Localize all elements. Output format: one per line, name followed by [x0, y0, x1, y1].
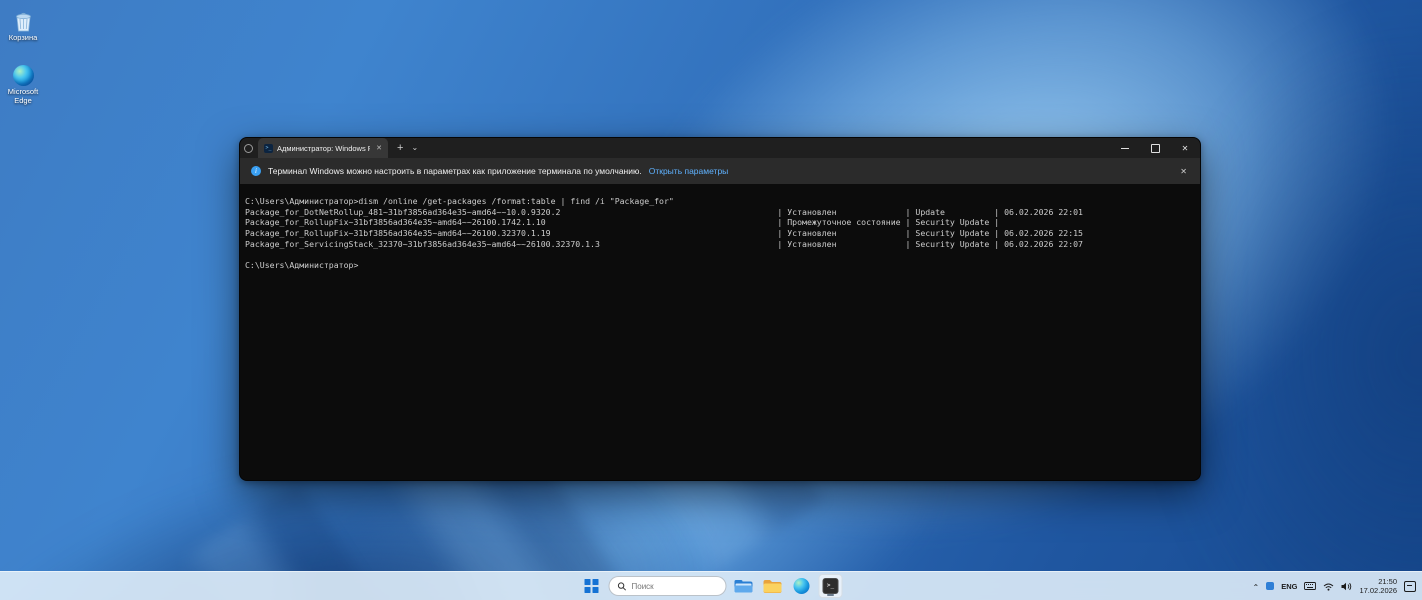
- edge-icon: [794, 578, 810, 594]
- language-indicator[interactable]: ENG: [1281, 582, 1297, 591]
- minimize-icon: [1121, 148, 1129, 149]
- taskbar: >_ ⌃ ENG 21:50 17.02.2026: [0, 571, 1422, 600]
- volume-icon[interactable]: [1341, 582, 1352, 591]
- banner-text: Терминал Windows можно настроить в парам…: [268, 166, 642, 176]
- desktop-icon-label: Корзина: [0, 34, 46, 43]
- window-controls: ✕: [1110, 138, 1200, 158]
- notification-center-icon[interactable]: [1404, 581, 1416, 592]
- folder-icon: [764, 579, 782, 593]
- tray-overflow-chevron-icon[interactable]: ⌃: [1252, 583, 1259, 592]
- tray-time: 21:50: [1359, 577, 1397, 586]
- maximize-icon: [1151, 144, 1160, 153]
- tray-date: 17.02.2026: [1359, 586, 1397, 595]
- desktop-icon-microsoft-edge[interactable]: Microsoft Edge: [0, 62, 46, 105]
- system-tray: ⌃ ENG 21:50 17.02.2026: [1252, 572, 1416, 600]
- network-icon[interactable]: [1323, 582, 1334, 591]
- terminal-output[interactable]: C:\Users\Администратор>dism /online /get…: [240, 184, 1200, 480]
- new-tab-button[interactable]: +: [397, 143, 403, 154]
- terminal-titlebar[interactable]: >_ Администратор: Windows Po ✕ + ⌄ ✕: [240, 138, 1200, 158]
- taskbar-search[interactable]: [609, 576, 727, 596]
- touch-keyboard-icon[interactable]: [1304, 582, 1316, 590]
- open-settings-link[interactable]: Открыть параметры: [649, 166, 729, 176]
- terminal-taskbar-button[interactable]: >_: [819, 574, 843, 598]
- maximize-button[interactable]: [1140, 138, 1170, 158]
- banner-close-icon[interactable]: ✕: [1180, 167, 1187, 176]
- edge-icon: [0, 62, 46, 86]
- minimize-button[interactable]: [1110, 138, 1140, 158]
- clock[interactable]: 21:50 17.02.2026: [1359, 577, 1397, 596]
- terminal-default-app-banner: i Терминал Windows можно настроить в пар…: [240, 158, 1200, 184]
- tab-dropdown-icon[interactable]: ⌄: [411, 144, 418, 152]
- tab-close-icon[interactable]: ✕: [376, 144, 382, 152]
- terminal-icon: >_: [823, 578, 839, 594]
- desktop-icon-label: Microsoft Edge: [0, 88, 46, 105]
- search-icon: [618, 582, 627, 591]
- file-explorer-icon: [735, 579, 753, 593]
- windows-logo-icon: [585, 579, 599, 593]
- terminal-menu-icon[interactable]: [244, 144, 253, 153]
- file-explorer-button[interactable]: [732, 574, 756, 598]
- desktop-icon-recycle-bin[interactable]: Корзина: [0, 8, 46, 43]
- close-button[interactable]: ✕: [1170, 138, 1200, 158]
- folder-button[interactable]: [761, 574, 785, 598]
- terminal-tab[interactable]: >_ Администратор: Windows Po ✕: [258, 138, 388, 158]
- start-button[interactable]: [580, 574, 604, 598]
- recycle-bin-icon: [0, 8, 46, 32]
- edge-taskbar-button[interactable]: [790, 574, 814, 598]
- info-icon: i: [251, 166, 261, 176]
- taskbar-center-group: >_: [580, 572, 843, 600]
- terminal-window: >_ Администратор: Windows Po ✕ + ⌄ ✕ i Т…: [239, 137, 1201, 481]
- tab-title: Администратор: Windows Po: [277, 144, 370, 153]
- tray-status-icon[interactable]: [1266, 582, 1274, 590]
- search-input[interactable]: [632, 582, 712, 591]
- terminal-app-icon: >_: [264, 144, 273, 153]
